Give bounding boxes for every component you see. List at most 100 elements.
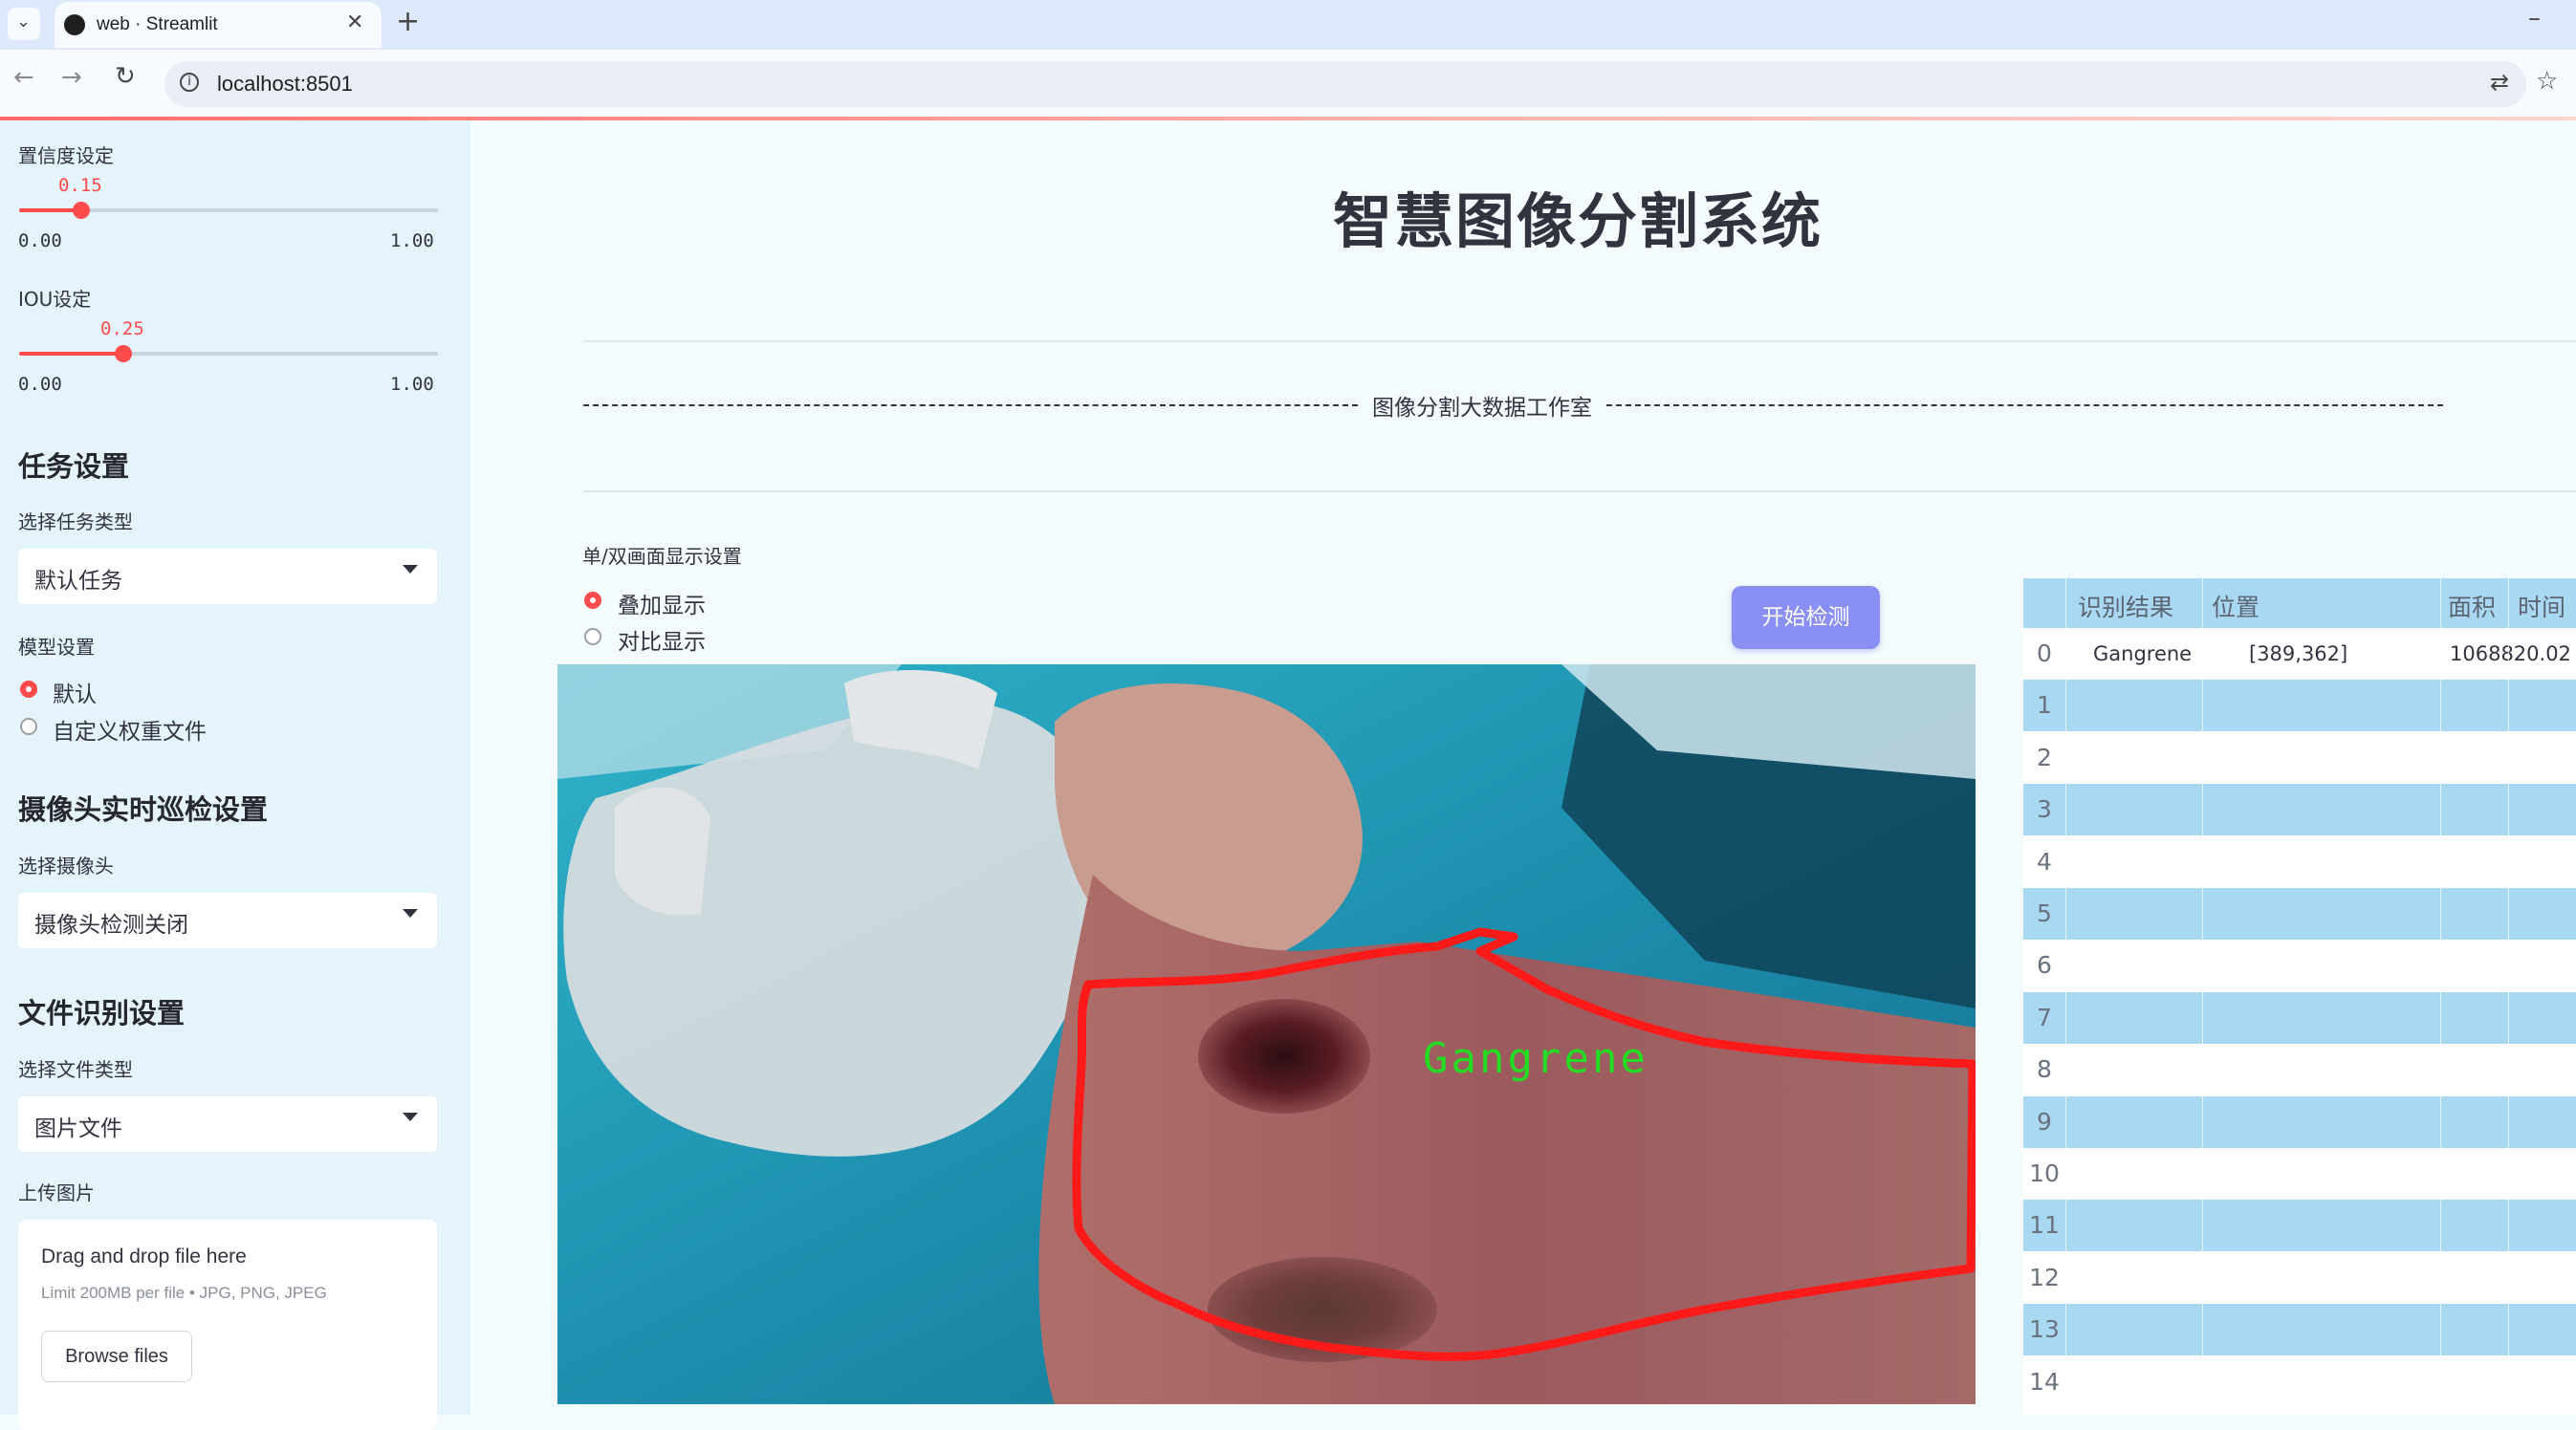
display-mode-label: 单/双画面显示设置 [582, 545, 742, 568]
wound-upper [1198, 999, 1370, 1114]
column-header[interactable]: 位置 [2212, 589, 2259, 623]
translate-icon[interactable]: ⇄ [2490, 69, 2509, 96]
iou-min: 0.00 [18, 374, 62, 395]
browser-tab-strip: ⌄ web · Streamlit ✕ + – [0, 0, 2576, 50]
radio-unselected[interactable] [584, 628, 601, 645]
streamlit-favicon-icon [64, 14, 85, 35]
upload-drag-text: Drag and drop file here [41, 1246, 247, 1268]
reload-icon[interactable]: ↻ [115, 62, 136, 91]
detection-image: Gangrene [557, 664, 1976, 1404]
url-text: localhost:8501 [217, 72, 353, 96]
confidence-label: 置信度设定 [18, 144, 114, 167]
results-table[interactable]: 识别结果 位置 面积 时间 0 Gangrene [389,362] 1068820.… [2023, 578, 2576, 1415]
table-row[interactable]: 4 [2023, 835, 2576, 888]
radio-unselected[interactable] [20, 718, 37, 735]
row-index: 7 [2037, 1003, 2052, 1031]
row-index: 1 [2037, 691, 2052, 720]
divider [583, 340, 2576, 342]
confidence-value: 0.15 [58, 175, 102, 196]
new-tab-icon[interactable]: + [396, 5, 420, 38]
studio-banner: 图像分割大数据工作室 [583, 389, 2543, 422]
table-row[interactable]: 14 [2023, 1355, 2576, 1408]
display-option-label: 对比显示 [618, 630, 706, 655]
upload-label: 上传图片 [18, 1181, 95, 1204]
upload-limit-text: Limit 200MB per file • JPG, PNG, JPEG [41, 1284, 327, 1302]
table-header: 识别结果 位置 面积 时间 [2023, 578, 2576, 628]
chevron-down-icon [403, 1113, 418, 1121]
address-bar[interactable]: i localhost:8501 ⇄ ☆ [164, 61, 2558, 107]
table-row[interactable]: 2 [2023, 731, 2576, 784]
file-type-value: 图片文件 [34, 1116, 122, 1141]
table-row[interactable]: 13 [2023, 1304, 2576, 1356]
chevron-down-icon: ⌄ [16, 11, 32, 32]
back-icon[interactable]: ← [13, 63, 34, 92]
table-row[interactable]: 9 [2023, 1095, 2576, 1148]
table-row[interactable]: 10 [2023, 1148, 2576, 1200]
iou-max: 1.00 [390, 374, 434, 395]
table-row[interactable]: 7 [2023, 991, 2576, 1044]
tab-search-button[interactable]: ⌄ [8, 8, 40, 40]
column-header[interactable]: 面积 [2448, 589, 2496, 623]
browse-files-button[interactable]: Browse files [41, 1331, 192, 1382]
confidence-slider-thumb[interactable] [73, 202, 90, 219]
model-option-label: 自定义权重文件 [53, 720, 207, 745]
display-option-label: 叠加显示 [618, 594, 706, 618]
task-type-value: 默认任务 [34, 569, 122, 594]
column-header[interactable]: 时间 [2518, 589, 2565, 623]
table-cell-position: [389,362] [2249, 642, 2348, 665]
camera-label: 选择摄像头 [18, 855, 114, 878]
table-cell-result: Gangrene [2093, 642, 2193, 665]
camera-select[interactable]: 摄像头检测关闭 [18, 893, 437, 948]
column-header[interactable]: 识别结果 [2078, 589, 2173, 623]
radio-selected[interactable] [20, 681, 37, 698]
table-row[interactable]: 3 [2023, 784, 2576, 836]
task-type-select[interactable]: 默认任务 [18, 549, 437, 604]
iou-value: 0.25 [100, 318, 144, 339]
row-index: 2 [2037, 743, 2052, 771]
row-index: 8 [2037, 1055, 2052, 1084]
row-index: 9 [2037, 1107, 2052, 1136]
table-row[interactable]: 6 [2023, 940, 2576, 992]
page-title: 智慧图像分割系统 [1332, 186, 1823, 256]
site-info-icon[interactable]: i [180, 73, 199, 92]
row-index: 13 [2029, 1315, 2060, 1344]
file-type-select[interactable]: 图片文件 [18, 1096, 437, 1152]
confidence-min: 0.00 [18, 230, 62, 251]
forward-icon[interactable]: → [61, 63, 82, 92]
row-index: 3 [2037, 795, 2052, 824]
row-index: 4 [2037, 847, 2052, 876]
row-index: 14 [2029, 1367, 2060, 1396]
minimize-icon[interactable]: – [2528, 4, 2541, 32]
file-type-label: 选择文件类型 [18, 1058, 133, 1081]
row-index: 12 [2029, 1263, 2060, 1291]
table-row[interactable]: 1 [2023, 680, 2576, 732]
glove-thumb [615, 787, 710, 916]
table-row[interactable]: 0 Gangrene [389,362] 1068820.02 [2023, 628, 2576, 680]
table-row[interactable]: 11 [2023, 1200, 2576, 1252]
table-row[interactable]: 12 [2023, 1251, 2576, 1304]
table-row[interactable]: 8 [2023, 1044, 2576, 1096]
row-index: 10 [2029, 1159, 2060, 1187]
studio-text: 图像分割大数据工作室 [1358, 389, 1606, 422]
confidence-slider[interactable] [19, 202, 438, 219]
browser-tab[interactable]: web · Streamlit ✕ [55, 2, 382, 48]
radio-selected[interactable] [584, 592, 601, 609]
banner-dash-right [1606, 404, 2443, 406]
row-index: 6 [2037, 951, 2052, 980]
row-index: 0 [2037, 639, 2052, 667]
iou-label: IOU设定 [18, 288, 92, 311]
iou-slider-fill [19, 352, 123, 356]
iou-slider-thumb[interactable] [115, 345, 132, 362]
close-tab-icon[interactable]: ✕ [346, 11, 363, 34]
task-heading: 任务设置 [18, 450, 130, 483]
chevron-down-icon [403, 909, 418, 918]
bookmark-star-icon[interactable]: ☆ [2536, 67, 2558, 96]
tab-title: web · Streamlit [97, 14, 218, 34]
file-uploader-dropzone[interactable]: Drag and drop file here Limit 200MB per … [18, 1220, 437, 1430]
table-cell-area: 1068820.02 [2450, 642, 2571, 665]
row-index: 5 [2037, 899, 2052, 927]
camera-value: 摄像头检测关闭 [34, 913, 188, 938]
start-detection-button[interactable]: 开始检测 [1732, 586, 1880, 649]
iou-slider[interactable] [19, 345, 438, 362]
table-row[interactable]: 5 [2023, 888, 2576, 940]
